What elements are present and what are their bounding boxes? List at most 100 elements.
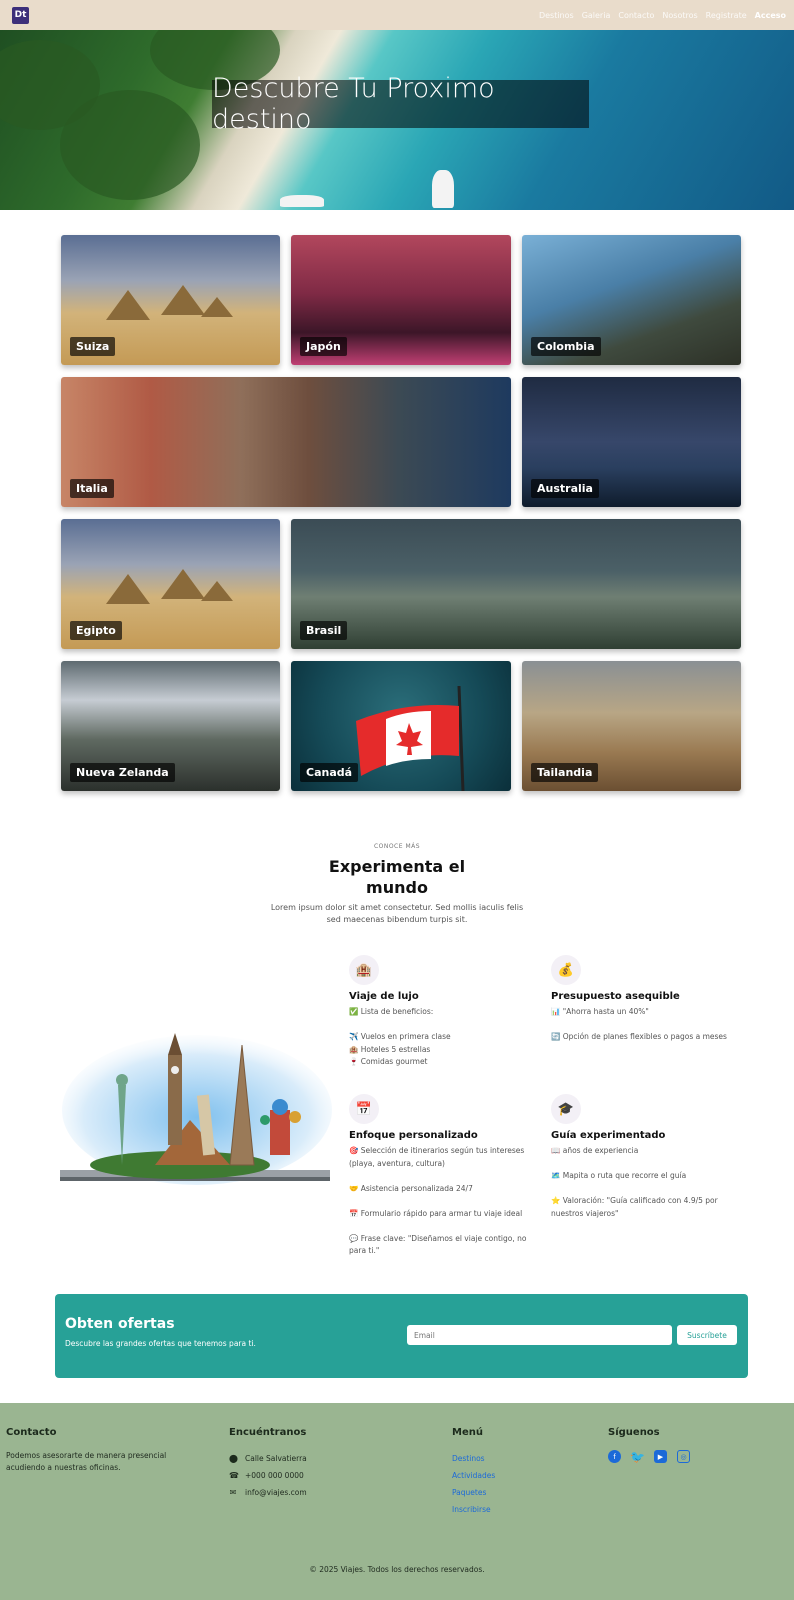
- palm-foliage: [60, 90, 200, 200]
- destination-card-australia[interactable]: Australia: [522, 377, 741, 507]
- feature-item: 📅 Formulario rápido para armar tu viaje …: [349, 1208, 523, 1218]
- youtube-icon[interactable]: ▶: [654, 1450, 667, 1463]
- destination-label: Nueva Zelanda: [70, 763, 175, 782]
- feature-list: 📖 años de experiencia 🗺️ Mapita o ruta q…: [551, 1145, 736, 1220]
- nav-link-nosotros[interactable]: Nosotros: [662, 11, 697, 20]
- feature-spacer: [551, 1019, 736, 1032]
- address-row: ⬤ Calle Salvatierra: [229, 1450, 409, 1467]
- calendar-icon: 📅: [349, 1094, 379, 1124]
- destination-card-canada[interactable]: Canadá: [291, 661, 511, 791]
- feature-spacer: [349, 1019, 534, 1032]
- email-row: ✉ info@viajes.com: [229, 1484, 409, 1501]
- feature-presupuesto: 💰 Presupuesto asequible 📊 "Ahorra hasta …: [551, 955, 736, 1044]
- top-navbar: Dt Destinos Galeria Contacto Nosotros Re…: [0, 0, 794, 30]
- destination-label: Japón: [300, 337, 347, 356]
- destination-label: Italia: [70, 479, 114, 498]
- feature-spacer: [551, 1158, 736, 1171]
- facebook-icon[interactable]: f: [608, 1450, 621, 1463]
- footer-menu: Menú Destinos Actividades Paquetes Inscr…: [452, 1427, 572, 1518]
- feature-item: 🗺️ Mapita o ruta que recorre el guía: [551, 1171, 687, 1180]
- footer-link-inscribirse[interactable]: Inscribirse: [452, 1501, 572, 1518]
- footer-link-actividades[interactable]: Actividades: [452, 1467, 572, 1484]
- feature-item: ✈️ Vuelos en primera clase: [349, 1032, 451, 1041]
- offer-subtitle: Descubre las grandes ofertas que tenemos…: [65, 1339, 256, 1348]
- footer-contact-text: Podemos asesorarte de manera presencial …: [6, 1451, 167, 1472]
- feature-item: 🔄 Opción de planes flexibles o pagos a m…: [551, 1032, 727, 1041]
- pyramid: [201, 581, 233, 601]
- destination-card-nueva-zelanda[interactable]: Nueva Zelanda: [61, 661, 280, 791]
- feature-title: Presupuesto asequible: [551, 991, 680, 1002]
- logo[interactable]: Dt: [12, 6, 29, 24]
- destination-label: Suiza: [70, 337, 116, 356]
- nav-link-registrate[interactable]: Registrate: [706, 11, 747, 20]
- destination-card-colombia[interactable]: Colombia: [522, 235, 741, 365]
- feature-enfoque: 📅 Enfoque personalizado 🎯 Selección de i…: [349, 1094, 534, 1258]
- feature-list: 🎯 Selección de itinerarios según tus int…: [349, 1145, 534, 1258]
- feature-list: 📊 "Ahorra hasta un 40%" 🔄 Opción de plan…: [551, 1006, 736, 1044]
- feature-spacer: [349, 1170, 534, 1183]
- hotel-icon: 🏨: [349, 955, 379, 985]
- address-text: Calle Salvatierra: [245, 1454, 307, 1463]
- canada-flag-icon: [356, 685, 465, 791]
- feature-item: 📊 "Ahorra hasta un 40%": [551, 1007, 649, 1016]
- hero-title: Descubre Tu Proximo destino: [212, 73, 589, 135]
- destination-card-italia[interactable]: Italia: [61, 377, 511, 507]
- social-icons: f 🐦 ▶ ◎: [608, 1450, 758, 1464]
- destination-card-japon[interactable]: Japón: [291, 235, 511, 365]
- nav-link-contacto[interactable]: Contacto: [618, 11, 654, 20]
- world-landmarks-illustration: [60, 1033, 332, 1185]
- feature-item: 📖 años de experiencia: [551, 1146, 639, 1155]
- instagram-icon[interactable]: ◎: [677, 1450, 690, 1463]
- feature-guia: 🎓 Guía experimentado 📖 años de experienc…: [551, 1094, 736, 1220]
- phone-text: +000 000 0000: [245, 1471, 304, 1480]
- footer-location: Encuéntranos ⬤ Calle Salvatierra ☎ +000 00…: [229, 1427, 409, 1501]
- subscribe-button[interactable]: Suscríbete: [677, 1325, 737, 1345]
- pyramid: [106, 574, 150, 604]
- footer: Contacto Podemos asesorarte de manera pr…: [0, 1403, 794, 1600]
- pyramid: [201, 297, 233, 317]
- money-bag-icon: 💰: [551, 955, 581, 985]
- footer-social: Síguenos f 🐦 ▶ ◎: [608, 1427, 758, 1464]
- twitter-icon[interactable]: 🐦: [630, 1450, 645, 1464]
- boat: [432, 170, 454, 208]
- nav-links: Destinos Galeria Contacto Nosotros Regis…: [539, 11, 786, 20]
- feature-item: 🎯 Selección de itinerarios según tus int…: [349, 1146, 525, 1168]
- footer-heading: Síguenos: [608, 1427, 660, 1438]
- footer-link-paquetes[interactable]: Paquetes: [452, 1484, 572, 1501]
- nav-link-destinos[interactable]: Destinos: [539, 11, 574, 20]
- destination-card-brasil[interactable]: Brasil: [291, 519, 741, 649]
- pyramid: [161, 285, 205, 315]
- feature-spacer: [551, 1183, 736, 1196]
- pyramid: [106, 290, 150, 320]
- feature-title: Guía experimentado: [551, 1130, 666, 1141]
- destination-card-suiza[interactable]: Suiza: [61, 235, 280, 365]
- email-text: info@viajes.com: [245, 1488, 307, 1497]
- email-input[interactable]: [407, 1325, 672, 1345]
- offers-banner: Obten ofertas Descubre las grandes ofert…: [55, 1294, 748, 1378]
- footer-contact: Contacto Podemos asesorarte de manera pr…: [6, 1427, 181, 1474]
- footer-link-destinos[interactable]: Destinos: [452, 1450, 572, 1467]
- section-description: Lorem ipsum dolor sit amet consectetur. …: [270, 903, 524, 924]
- section-title: Experimenta el mundo: [328, 857, 466, 897]
- feature-list: ✅ Lista de beneficios: ✈️ Vuelos en prim…: [349, 1006, 534, 1069]
- feature-item: 🤝 Asistencia personalizada 24/7: [349, 1183, 473, 1193]
- destination-card-tailandia[interactable]: Tailandia: [522, 661, 741, 791]
- feature-item: 💬 Frase clave: "Diseñamos el viaje conti…: [349, 1233, 527, 1256]
- destination-label: Colombia: [531, 337, 601, 356]
- destination-label: Tailandia: [531, 763, 599, 782]
- footer-heading: Encuéntranos: [229, 1427, 307, 1438]
- nav-link-galeria[interactable]: Galeria: [582, 11, 611, 20]
- destination-label: Australia: [531, 479, 599, 498]
- hero-banner: Descubre Tu Proximo destino: [0, 30, 794, 210]
- footer-heading: Contacto: [6, 1427, 57, 1438]
- footer-heading: Menú: [452, 1427, 483, 1438]
- destination-label: Brasil: [300, 621, 348, 640]
- nav-link-acceso[interactable]: Acceso: [755, 11, 786, 20]
- map-pin-icon: ⬤: [229, 1454, 238, 1463]
- feature-item: ✅ Lista de beneficios:: [349, 1007, 434, 1016]
- feature-spacer: [349, 1220, 534, 1233]
- destination-card-egipto[interactable]: Egipto: [61, 519, 280, 649]
- feature-title: Enfoque personalizado: [349, 1130, 478, 1141]
- boat: [280, 195, 324, 207]
- envelope-icon: ✉: [229, 1488, 237, 1497]
